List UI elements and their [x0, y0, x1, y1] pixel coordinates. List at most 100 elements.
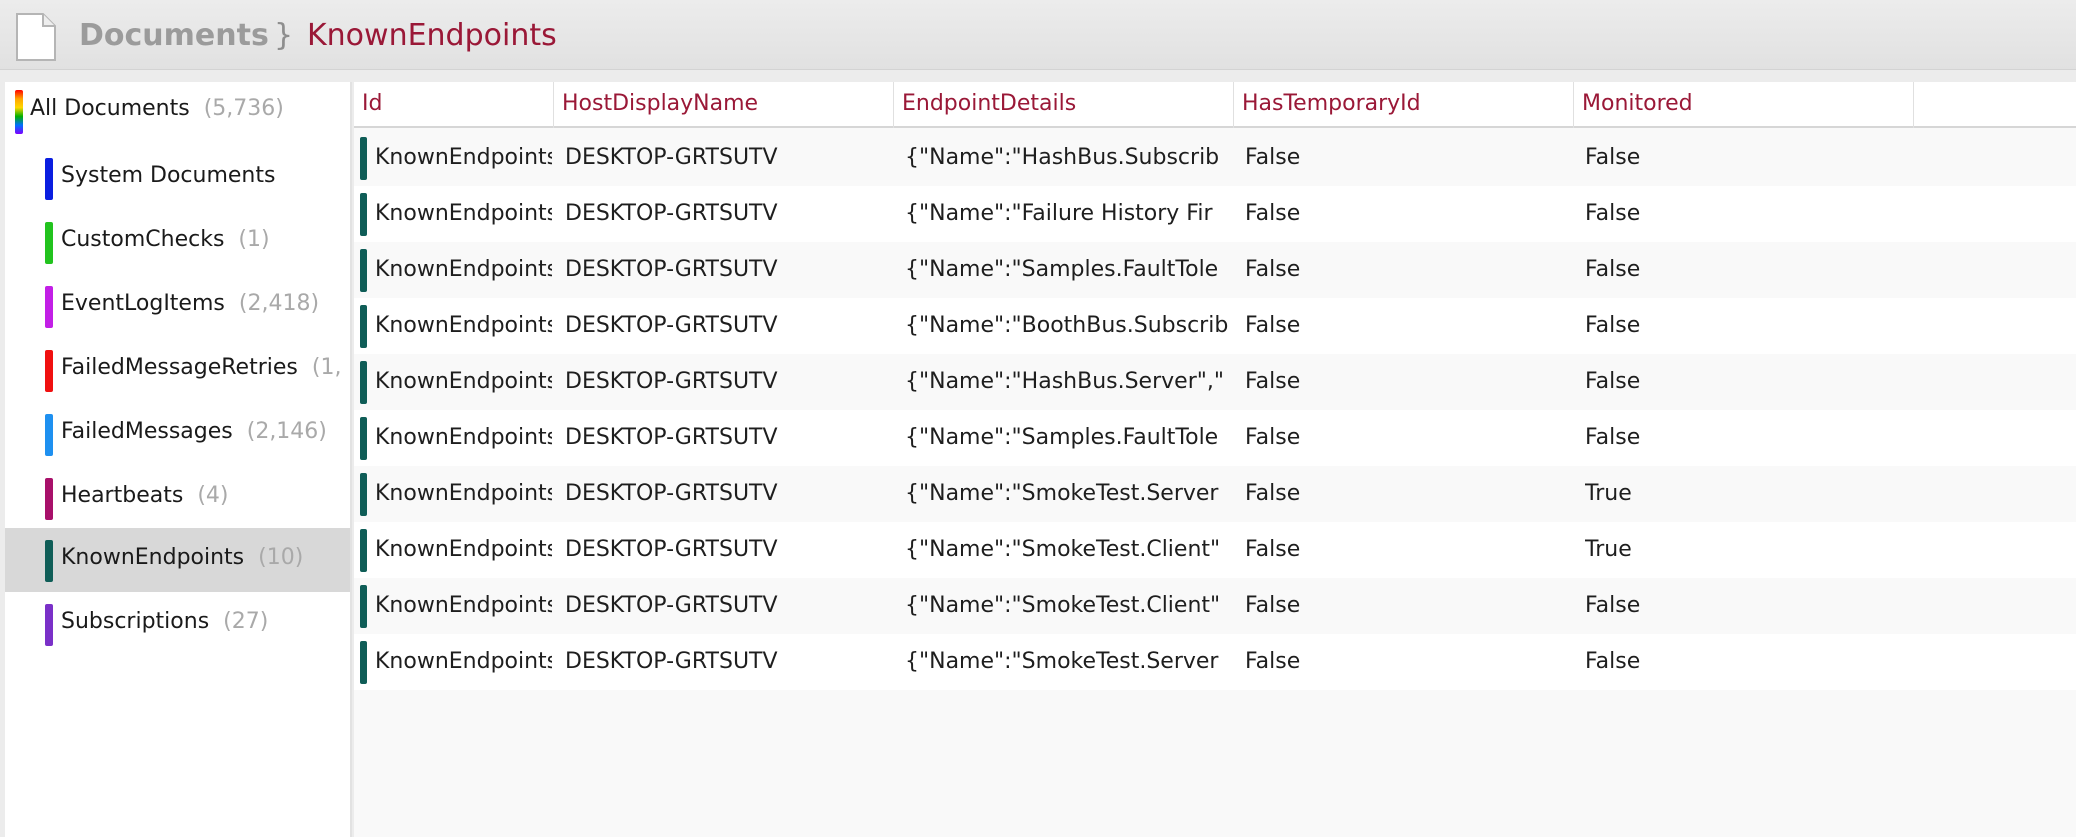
cell-id: KnownEndpoints — [375, 201, 552, 226]
collection-color-marker — [45, 414, 53, 456]
collections-sidebar: All Documents (5,736) System Documents Cu… — [5, 82, 352, 837]
document-icon — [14, 12, 58, 66]
table-row[interactable]: KnownEndpoints DESKTOP-GRTSUTV {"Name":"… — [354, 466, 2076, 522]
collection-color-marker — [45, 286, 53, 328]
cell-endpointdetails: {"Name":"HashBus.Server"," — [905, 369, 1224, 394]
cell-hastemporaryid: False — [1245, 481, 1301, 506]
column-header-hastemporaryid[interactable]: HasTemporaryId — [1234, 82, 1574, 128]
breadcrumb-separator: } — [274, 18, 294, 53]
table-row[interactable]: KnownEndpoints DESKTOP-GRTSUTV {"Name":"… — [354, 578, 2076, 634]
table-row[interactable]: KnownEndpoints DESKTOP-GRTSUTV {"Name":"… — [354, 242, 2076, 298]
cell-monitored: False — [1585, 593, 1641, 618]
column-header-id[interactable]: Id — [354, 82, 554, 128]
cell-monitored: False — [1585, 369, 1641, 394]
cell-endpointdetails: {"Name":"SmokeTest.Server — [905, 481, 1219, 506]
sidebar-item-count: (27) — [223, 609, 269, 634]
sidebar-item-system-documents[interactable]: System Documents — [5, 146, 350, 210]
cell-id: KnownEndpoints — [375, 649, 552, 674]
sidebar-item-all-documents[interactable]: All Documents (5,736) — [5, 82, 350, 146]
cell-hostdisplayname: DESKTOP-GRTSUTV — [565, 145, 778, 170]
cell-hastemporaryid: False — [1245, 649, 1301, 674]
cell-monitored: True — [1585, 537, 1632, 562]
table-row[interactable]: KnownEndpoints DESKTOP-GRTSUTV {"Name":"… — [354, 522, 2076, 578]
cell-hastemporaryid: False — [1245, 257, 1301, 282]
breadcrumb-root-link[interactable]: Documents — [79, 18, 269, 53]
cell-id: KnownEndpoints — [375, 257, 552, 282]
grid-header: Id HostDisplayName EndpointDetails HasTe… — [354, 82, 2076, 128]
cell-monitored: False — [1585, 649, 1641, 674]
cell-monitored: True — [1585, 481, 1632, 506]
table-row[interactable]: KnownEndpoints DESKTOP-GRTSUTV {"Name":"… — [354, 410, 2076, 466]
cell-hastemporaryid: False — [1245, 145, 1301, 170]
collection-color-marker — [15, 90, 23, 134]
table-row[interactable]: KnownEndpoints DESKTOP-GRTSUTV {"Name":"… — [354, 634, 2076, 690]
row-color-marker — [360, 417, 367, 460]
sidebar-item-customchecks[interactable]: CustomChecks (1) — [5, 210, 350, 274]
collection-color-marker — [45, 222, 53, 264]
breadcrumb: Documents } KnownEndpoints — [0, 0, 2076, 70]
row-color-marker — [360, 305, 367, 348]
collection-color-marker — [45, 478, 53, 520]
cell-endpointdetails: {"Name":"Samples.FaultTole — [905, 425, 1219, 450]
cell-id: KnownEndpoints — [375, 313, 552, 338]
cell-endpointdetails: {"Name":"SmokeTest.Server — [905, 649, 1219, 674]
sidebar-item-failedmessages[interactable]: FailedMessages (2,146) — [5, 402, 350, 466]
cell-id: KnownEndpoints — [375, 593, 552, 618]
row-color-marker — [360, 529, 367, 572]
table-row[interactable]: KnownEndpoints DESKTOP-GRTSUTV {"Name":"… — [354, 354, 2076, 410]
row-color-marker — [360, 137, 367, 180]
cell-hostdisplayname: DESKTOP-GRTSUTV — [565, 425, 778, 450]
collection-color-marker — [45, 604, 53, 646]
sidebar-item-count: (2,146) — [246, 419, 327, 444]
cell-hostdisplayname: DESKTOP-GRTSUTV — [565, 481, 778, 506]
cell-hostdisplayname: DESKTOP-GRTSUTV — [565, 593, 778, 618]
sidebar-item-label: EventLogItems (2,418) — [61, 291, 320, 316]
cell-endpointdetails: {"Name":"BoothBus.Subscrib — [905, 313, 1229, 338]
cell-id: KnownEndpoints — [375, 369, 552, 394]
sidebar-item-heartbeats[interactable]: Heartbeats (4) — [5, 466, 350, 530]
row-color-marker — [360, 473, 367, 516]
cell-endpointdetails: {"Name":"Samples.FaultTole — [905, 257, 1219, 282]
column-header-monitored[interactable]: Monitored — [1574, 82, 1914, 128]
table-row[interactable]: KnownEndpoints DESKTOP-GRTSUTV {"Name":"… — [354, 298, 2076, 354]
row-color-marker — [360, 361, 367, 404]
sidebar-item-label: CustomChecks (1) — [61, 227, 270, 252]
collection-color-marker — [45, 350, 53, 392]
cell-hostdisplayname: DESKTOP-GRTSUTV — [565, 313, 778, 338]
sidebar-item-label: All Documents (5,736) — [30, 96, 284, 121]
sidebar-item-count: (10) — [258, 545, 304, 570]
table-row[interactable]: KnownEndpoints DESKTOP-GRTSUTV {"Name":"… — [354, 186, 2076, 242]
row-color-marker — [360, 641, 367, 684]
cell-hastemporaryid: False — [1245, 313, 1301, 338]
collection-color-marker — [45, 540, 53, 582]
cell-endpointdetails: {"Name":"SmokeTest.Client" — [905, 593, 1221, 618]
cell-hastemporaryid: False — [1245, 425, 1301, 450]
collection-color-marker — [45, 158, 53, 200]
cell-monitored: False — [1585, 425, 1641, 450]
sidebar-item-label: FailedMessages (2,146) — [61, 419, 327, 444]
sidebar-item-subscriptions[interactable]: Subscriptions (27) — [5, 592, 350, 656]
cell-monitored: False — [1585, 145, 1641, 170]
sidebar-item-failedmessageretries[interactable]: FailedMessageRetries (1, — [5, 338, 350, 402]
sidebar-item-label: Heartbeats (4) — [61, 483, 229, 508]
table-row[interactable]: KnownEndpoints DESKTOP-GRTSUTV {"Name":"… — [354, 130, 2076, 186]
cell-monitored: False — [1585, 257, 1641, 282]
cell-endpointdetails: {"Name":"Failure History Fir — [905, 201, 1213, 226]
cell-hastemporaryid: False — [1245, 537, 1301, 562]
sidebar-item-count: (2,418) — [238, 291, 320, 316]
cell-monitored: False — [1585, 201, 1641, 226]
column-header-endpointdetails[interactable]: EndpointDetails — [894, 82, 1234, 128]
cell-hastemporaryid: False — [1245, 201, 1301, 226]
sidebar-item-label: Subscriptions (27) — [61, 609, 269, 634]
cell-hostdisplayname: DESKTOP-GRTSUTV — [565, 649, 778, 674]
cell-endpointdetails: {"Name":"SmokeTest.Client" — [905, 537, 1221, 562]
cell-hostdisplayname: DESKTOP-GRTSUTV — [565, 369, 778, 394]
sidebar-item-count: (1, — [311, 355, 342, 380]
sidebar-item-knownendpoints[interactable]: KnownEndpoints (10) — [5, 528, 350, 592]
sidebar-item-count: (4) — [197, 483, 229, 508]
sidebar-item-eventlogitems[interactable]: EventLogItems (2,418) — [5, 274, 350, 338]
column-header-hostdisplayname[interactable]: HostDisplayName — [554, 82, 894, 128]
row-color-marker — [360, 193, 367, 236]
row-color-marker — [360, 249, 367, 292]
cell-endpointdetails: {"Name":"HashBus.Subscrib — [905, 145, 1220, 170]
